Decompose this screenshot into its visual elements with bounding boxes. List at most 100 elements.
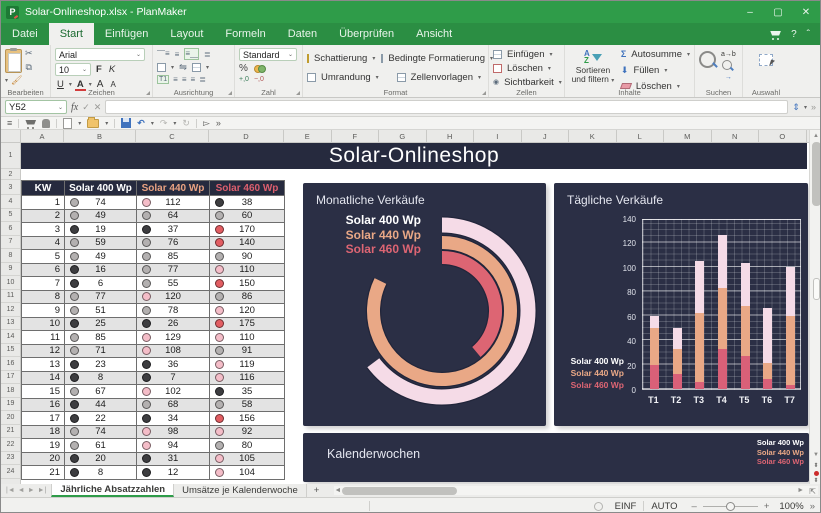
format-painter-icon[interactable]: 🖌 [11, 75, 22, 86]
kw-cell[interactable]: 5 [22, 250, 65, 264]
insert-function-icon[interactable]: fx [71, 102, 78, 113]
column-header-I[interactable]: I [474, 130, 522, 142]
row-header-15[interactable]: 15 [1, 344, 20, 358]
value-cell[interactable]: 49 [65, 250, 137, 264]
value-cell[interactable]: 140 [210, 237, 285, 251]
row-header-24[interactable]: 24 [1, 465, 20, 479]
sheet-canvas[interactable]: 123456789101112131415161718192021222324 … [1, 143, 809, 484]
value-cell[interactable]: 94 [137, 439, 210, 453]
kw-cell[interactable]: 11 [22, 331, 65, 345]
value-cell[interactable]: 119 [210, 358, 285, 372]
kw-cell[interactable]: 10 [22, 318, 65, 332]
row-header-1[interactable]: 1 [1, 143, 20, 169]
kw-cell[interactable]: 12 [22, 345, 65, 359]
value-cell[interactable]: 112 [137, 196, 210, 210]
value-cell[interactable]: 116 [210, 372, 285, 386]
value-cell[interactable]: 36 [137, 358, 210, 372]
zoom-level[interactable]: 100% [779, 501, 803, 512]
tab-datei[interactable]: Datei [1, 23, 49, 45]
value-cell[interactable]: 98 [137, 426, 210, 440]
paste-dropdown[interactable]: ▾ [5, 77, 8, 84]
align-right-icon[interactable]: ≡ [191, 75, 196, 84]
row-header-8[interactable]: 8 [1, 249, 20, 263]
align-left-icon[interactable]: ≡ [173, 75, 178, 84]
column-header-H[interactable]: H [427, 130, 475, 142]
value-cell[interactable]: 19 [65, 223, 137, 237]
value-cell[interactable]: 108 [137, 345, 210, 359]
cancel-formula-icon[interactable]: ✕ [94, 102, 102, 113]
value-cell[interactable]: 44 [65, 399, 137, 413]
value-cell[interactable]: 76 [137, 237, 210, 251]
zellenvorlagen-button[interactable]: Zellenvorlagen [409, 71, 475, 83]
value-cell[interactable]: 6 [65, 277, 137, 291]
sidebar-toggle-icon[interactable]: ≡ [7, 118, 12, 128]
column-header-K[interactable]: K [569, 130, 617, 142]
zoom-out-button[interactable]: – [692, 501, 697, 512]
row-header-7[interactable]: 7 [1, 236, 20, 250]
border-box-icon[interactable] [157, 63, 166, 72]
align-center-icon[interactable]: ≡ [182, 75, 187, 84]
scroll-left-icon[interactable]: ◄ [334, 486, 341, 496]
refresh-icon[interactable]: ↻ [182, 118, 190, 129]
redo-icon[interactable]: ↷ [160, 118, 168, 129]
kalenderwochen-chart-panel[interactable]: Kalenderwochen Solar 400 WpSolar 440 WpS… [303, 433, 809, 482]
wrap-text-icon[interactable]: ⇋ [179, 62, 187, 73]
row-header-6[interactable]: 6 [1, 222, 20, 236]
valign-bottom-icon[interactable]: ≡⎽ [184, 48, 199, 60]
merge-cells-icon[interactable] [192, 63, 201, 72]
value-cell[interactable]: 8 [65, 372, 137, 386]
value-cell[interactable]: 86 [210, 291, 285, 305]
kw-cell[interactable]: 21 [22, 466, 65, 480]
zoom-slider[interactable] [703, 506, 758, 507]
column-header-J[interactable]: J [522, 130, 570, 142]
value-cell[interactable]: 85 [65, 331, 137, 345]
replace-icon[interactable]: a→b [721, 51, 736, 58]
column-header-D[interactable]: D [209, 130, 284, 142]
row-header-17[interactable]: 17 [1, 371, 20, 385]
value-cell[interactable]: 90 [210, 250, 285, 264]
zoom-in-button[interactable]: + [764, 501, 770, 512]
value-cell[interactable]: 77 [65, 291, 137, 305]
value-cell[interactable]: 74 [65, 196, 137, 210]
percent-format-icon[interactable]: % [239, 63, 248, 74]
zellen-einfuegen-button[interactable]: Einfügen [505, 48, 547, 60]
tab-start[interactable]: Start [49, 23, 94, 45]
new-document-icon[interactable] [63, 118, 72, 129]
tab-einfuegen[interactable]: Einfügen [94, 23, 159, 45]
value-cell[interactable]: 120 [137, 291, 210, 305]
kw-cell[interactable]: 3 [22, 223, 65, 237]
save-icon[interactable] [121, 118, 131, 128]
kw-cell[interactable]: 19 [22, 439, 65, 453]
font-size-select[interactable]: 10⌄ [55, 63, 91, 76]
column-header-G[interactable]: G [379, 130, 427, 142]
row-header-19[interactable]: 19 [1, 398, 20, 412]
scroll-right-icon[interactable]: ► [797, 486, 804, 496]
fuellen-button[interactable]: Füllen [631, 64, 661, 76]
value-cell[interactable]: 85 [137, 250, 210, 264]
value-cell[interactable]: 110 [210, 331, 285, 345]
row-header-13[interactable]: 13 [1, 317, 20, 331]
value-cell[interactable]: 129 [137, 331, 210, 345]
value-cell[interactable]: 77 [137, 264, 210, 278]
row-header-4[interactable]: 4 [1, 195, 20, 209]
value-cell[interactable]: 25 [65, 318, 137, 332]
last-sheet-icon[interactable]: ►| [38, 487, 47, 494]
shop-cart-icon[interactable] [770, 31, 781, 38]
formula-bar-more[interactable]: » [811, 102, 816, 112]
kw-cell[interactable]: 14 [22, 372, 65, 386]
value-cell[interactable]: 80 [210, 439, 285, 453]
valign-middle-icon[interactable]: ≡ [175, 50, 180, 59]
kw-cell[interactable]: 17 [22, 412, 65, 426]
daily-sales-chart-panel[interactable]: Tägliche Verkäufe Solar 400 WpSolar 440 … [554, 183, 808, 426]
value-cell[interactable]: 105 [210, 453, 285, 467]
tab-ueberpruefen[interactable]: Überprüfen [328, 23, 405, 45]
shop-icon[interactable] [25, 120, 36, 127]
open-file-icon[interactable] [87, 119, 99, 128]
kw-cell[interactable]: 13 [22, 358, 65, 372]
align-justify-icon[interactable]: ≣ [199, 75, 206, 84]
sichtbarkeit-button[interactable]: Sichtbarkeit [502, 76, 556, 88]
bold-button[interactable]: F [94, 64, 104, 76]
justify-icon[interactable]: ≣ [204, 50, 211, 59]
kw-cell[interactable]: 8 [22, 291, 65, 305]
row-header-20[interactable]: 20 [1, 411, 20, 425]
